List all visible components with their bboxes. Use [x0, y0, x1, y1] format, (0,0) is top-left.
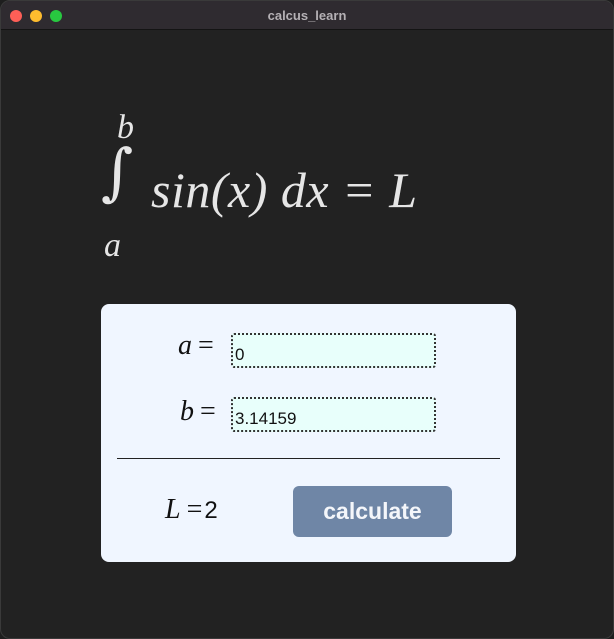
result-symbol: L — [165, 494, 181, 525]
integrand-expression: sin(x) dx = L — [151, 162, 418, 218]
result-equals: = — [186, 494, 203, 525]
divider — [117, 458, 500, 459]
b-label: b = — [180, 396, 216, 428]
b-equals: = — [200, 396, 216, 427]
integral-sign: ∫ — [101, 135, 134, 208]
a-equals: = — [198, 330, 214, 361]
integral-lower-limit: a — [104, 227, 121, 264]
title-bar: calcus_learn — [1, 1, 613, 30]
calculate-button[interactable]: calculate — [293, 486, 452, 537]
a-label: a = — [178, 330, 214, 362]
b-symbol: b — [180, 396, 194, 427]
a-input[interactable] — [231, 333, 436, 368]
window-title: calcus_learn — [267, 8, 347, 23]
app-window: calcus_learn b ∫ a sin(x) dx = L a= b= L… — [0, 0, 614, 639]
b-input[interactable] — [231, 397, 436, 432]
a-symbol: a — [178, 330, 192, 361]
integral-formula: b ∫ a sin(x) dx = L — [101, 109, 541, 269]
input-card: a= b= L=2 calculate — [101, 304, 516, 562]
result-value: 2 — [204, 497, 218, 524]
result-display: L =2 — [165, 494, 218, 526]
